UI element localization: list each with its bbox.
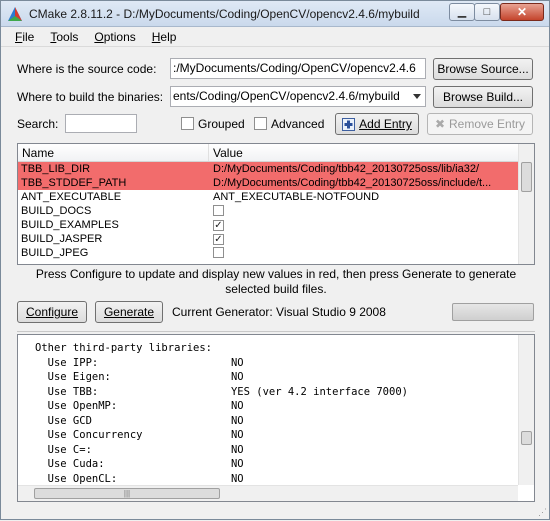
- maximize-icon: □: [483, 5, 491, 18]
- column-header-name[interactable]: Name: [18, 144, 209, 161]
- close-button[interactable]: ✕: [500, 3, 544, 21]
- row-name: BUILD_JASPER: [21, 233, 103, 245]
- build-label: Where to build the binaries:: [17, 90, 164, 104]
- column-header-value[interactable]: Value: [209, 144, 534, 161]
- cmake-logo-icon: [8, 7, 22, 21]
- cache-table: Name Value TBB_LIB_DIR D:/MyDocuments/Cod…: [17, 143, 535, 265]
- menu-help[interactable]: Help: [144, 30, 185, 44]
- row-value[interactable]: ANT_EXECUTABLE-NOTFOUND: [209, 190, 534, 204]
- configure-button[interactable]: Configure: [17, 301, 87, 323]
- minimize-icon: ▁: [457, 5, 467, 18]
- row-value[interactable]: D:/MyDocuments/Coding/tbb42_20130725oss/…: [209, 162, 534, 176]
- browse-build-button[interactable]: Browse Build...: [433, 86, 533, 108]
- row-name: BUILD_EXAMPLES: [21, 219, 119, 231]
- menu-help-label: elp: [160, 29, 177, 44]
- menu-options[interactable]: Options: [86, 30, 143, 44]
- row-name: ANT_EXECUTABLE: [21, 191, 122, 203]
- browse-build-label: Browse Build...: [442, 90, 524, 104]
- table-row[interactable]: BUILD_DOCS: [18, 204, 534, 218]
- table-vertical-scrollbar[interactable]: [518, 144, 534, 264]
- hint-text: Press Configure to update and display ne…: [35, 267, 517, 296]
- row-name: TBB_STDDEF_PATH: [21, 177, 127, 189]
- generate-label: Generate: [103, 305, 155, 319]
- row-name: TBB_LIB_DIR: [21, 163, 91, 175]
- source-path-input[interactable]: :/MyDocuments/Coding/OpenCV/opencv2.4.6: [170, 58, 426, 79]
- close-icon: ✕: [516, 5, 528, 19]
- generate-button[interactable]: Generate: [95, 301, 163, 323]
- table-row[interactable]: TBB_STDDEF_PATH D:/MyDocuments/Coding/tbb…: [18, 176, 534, 190]
- minimize-button[interactable]: ▁: [449, 3, 475, 21]
- grouped-checkbox[interactable]: [181, 117, 194, 130]
- build-path-value: ents/Coding/OpenCV/opencv2.4.6/mybuild: [173, 89, 400, 103]
- table-scroll-thumb[interactable]: [521, 162, 532, 192]
- advanced-checkbox[interactable]: [254, 117, 267, 130]
- menu-options-mnemonic: O: [94, 29, 104, 44]
- menu-file[interactable]: File: [7, 30, 42, 44]
- add-icon: [342, 117, 356, 131]
- table-header: Name Value: [18, 144, 534, 162]
- remove-entry-label: Remove Entry: [449, 117, 526, 131]
- menu-bar: File Tools Options Help: [1, 27, 549, 47]
- table-row[interactable]: BUILD_JASPER ✓: [18, 232, 534, 246]
- add-entry-label: Add Entry: [359, 117, 412, 131]
- configure-label: Configure: [25, 305, 79, 319]
- build-path-combo[interactable]: ents/Coding/OpenCV/opencv2.4.6/mybuild: [170, 86, 426, 107]
- title-bar: CMake 2.8.11.2 - D:/MyDocuments/Coding/O…: [1, 1, 549, 27]
- unchecked-checkbox[interactable]: [213, 247, 224, 258]
- remove-entry-button[interactable]: ✖ Remove Entry: [427, 113, 533, 135]
- current-generator-text: Current Generator: Visual Studio 9 2008: [172, 305, 386, 319]
- output-horizontal-scrollbar[interactable]: |||: [18, 485, 518, 501]
- row-value[interactable]: D:/MyDocuments/Coding/tbb42_20130725oss/…: [209, 176, 534, 190]
- table-row[interactable]: BUILD_EXAMPLES ✓: [18, 218, 534, 232]
- unchecked-checkbox[interactable]: [213, 205, 224, 216]
- cmake-window: CMake 2.8.11.2 - D:/MyDocuments/Coding/O…: [0, 0, 550, 520]
- table-row[interactable]: ANT_EXECUTABLE ANT_EXECUTABLE-NOTFOUND: [18, 190, 534, 204]
- output-log: Other third-party libraries: Use IPP: NO…: [17, 334, 535, 502]
- menu-options-label: ptions: [103, 29, 136, 44]
- browse-source-button[interactable]: Browse Source...: [433, 58, 533, 80]
- output-hscroll-thumb[interactable]: |||: [34, 488, 220, 499]
- chevron-down-icon[interactable]: [409, 87, 425, 106]
- advanced-label: Advanced: [271, 117, 325, 131]
- resize-grip-icon[interactable]: ⋰: [538, 507, 547, 518]
- row-value: ✓: [209, 218, 534, 232]
- row-name: BUILD_DOCS: [21, 205, 92, 217]
- output-scroll-thumb[interactable]: [521, 431, 532, 445]
- output-text: Other third-party libraries: Use IPP: NO…: [35, 342, 408, 485]
- progress-bar: [452, 303, 534, 321]
- add-entry-button[interactable]: Add Entry: [335, 113, 419, 135]
- row-name: BUILD_JPEG: [21, 247, 89, 259]
- row-value: [209, 246, 534, 260]
- status-bar: ⋰: [1, 504, 550, 521]
- table-row[interactable]: TBB_LIB_DIR D:/MyDocuments/Coding/tbb42_2…: [18, 162, 534, 176]
- table-row[interactable]: BUILD_JPEG: [18, 246, 534, 260]
- window-title: CMake 2.8.11.2 - D:/MyDocuments/Coding/O…: [29, 7, 420, 21]
- grouped-label: Grouped: [198, 117, 245, 131]
- source-path-value: :/MyDocuments/Coding/OpenCV/opencv2.4.6: [173, 61, 416, 75]
- remove-icon: ✖: [434, 117, 446, 131]
- row-value: [209, 204, 534, 218]
- table-body: TBB_LIB_DIR D:/MyDocuments/Coding/tbb42_2…: [18, 162, 534, 260]
- menu-tools[interactable]: Tools: [42, 30, 86, 44]
- row-value: ✓: [209, 232, 534, 246]
- search-label: Search:: [17, 117, 59, 131]
- checked-checkbox[interactable]: ✓: [213, 220, 224, 231]
- maximize-button[interactable]: □: [474, 3, 500, 21]
- checked-checkbox[interactable]: ✓: [213, 234, 224, 245]
- browse-source-label: Browse Source...: [437, 62, 529, 76]
- splitter[interactable]: [17, 331, 535, 332]
- menu-tools-label: ools: [56, 29, 79, 44]
- output-vertical-scrollbar[interactable]: [518, 335, 534, 485]
- search-input[interactable]: [65, 114, 137, 133]
- source-label: Where is the source code:: [17, 62, 157, 76]
- menu-file-label: ile: [22, 29, 35, 44]
